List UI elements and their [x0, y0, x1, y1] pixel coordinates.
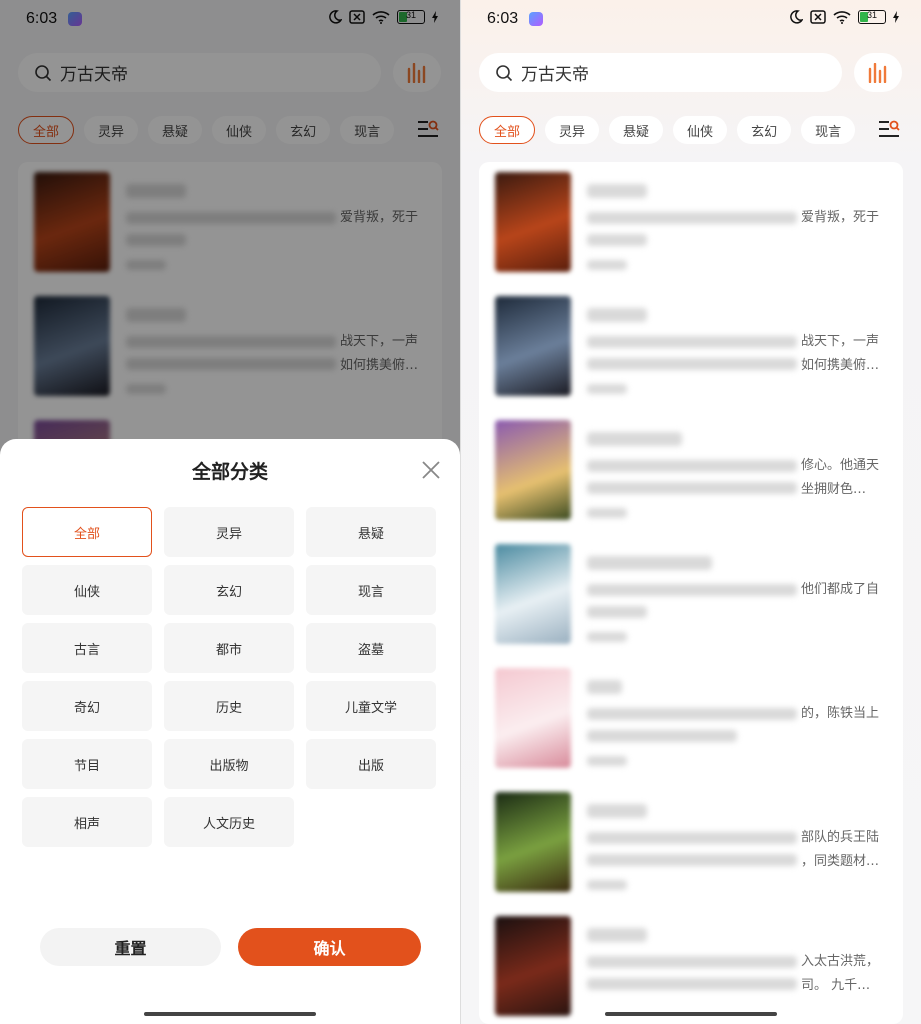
- book-desc-tail-2: 司。 九千…: [801, 978, 871, 993]
- category-option[interactable]: 盗墓: [306, 623, 436, 673]
- status-icons: 31: [789, 10, 899, 24]
- close-icon[interactable]: [420, 459, 442, 481]
- home-indicator[interactable]: [605, 1012, 777, 1016]
- category-option[interactable]: 都市: [164, 623, 294, 673]
- category-sheet: 全部分类 全部 灵异 悬疑 仙侠 玄幻 现言 古言 都市 盗墓 奇幻 历史 儿童…: [0, 439, 460, 1024]
- tab-all[interactable]: 全部: [479, 116, 536, 144]
- book-cover: [495, 172, 571, 272]
- search-query: 万古天帝: [521, 65, 589, 85]
- category-option[interactable]: 人文历史: [164, 797, 294, 847]
- list-item[interactable]: 爱背叛，死于: [479, 162, 903, 282]
- list-item[interactable]: 他们都成了自: [479, 534, 903, 654]
- reset-button[interactable]: 重置: [40, 928, 221, 966]
- category-option[interactable]: 节目: [22, 739, 152, 789]
- list-item[interactable]: 修心。他通天 坐拥财色…: [479, 410, 903, 530]
- book-list: 爱背叛，死于 战天下，一声 如何携美俯… 修心。他通天 坐拥财色… 他们都成了自…: [479, 162, 903, 1024]
- book-desc-tail: 入太古洪荒，: [801, 954, 880, 969]
- tab-xianxia[interactable]: 仙侠: [673, 116, 728, 144]
- book-cover: [495, 916, 571, 1016]
- right-screen: 6:03 31 万古天帝 全部 灵异 悬疑 仙侠 玄幻 现言 爱背叛，死于 战天…: [461, 0, 921, 1024]
- book-cover: [495, 296, 571, 396]
- list-item[interactable]: 入太古洪荒， 司。 九千…: [479, 906, 903, 1024]
- category-option[interactable]: 玄幻: [164, 565, 294, 615]
- book-desc-tail-2: ，同类题材…: [801, 854, 880, 869]
- status-bar: 6:03 31: [461, 0, 921, 40]
- list-item[interactable]: 战天下，一声 如何携美俯…: [479, 286, 903, 406]
- category-option[interactable]: 现言: [306, 565, 436, 615]
- book-cover: [495, 792, 571, 892]
- category-option[interactable]: 奇幻: [22, 681, 152, 731]
- list-item[interactable]: 的，陈铁当上: [479, 658, 903, 778]
- category-option[interactable]: 出版: [306, 739, 436, 789]
- book-desc-tail-2: 坐拥财色…: [801, 482, 867, 497]
- category-option[interactable]: 历史: [164, 681, 294, 731]
- tab-suspense[interactable]: 悬疑: [609, 116, 664, 144]
- category-grid: 全部 灵异 悬疑 仙侠 玄幻 现言 古言 都市 盗墓 奇幻 历史 儿童文学 节目…: [22, 507, 438, 847]
- category-option[interactable]: 古言: [22, 623, 152, 673]
- category-option-all[interactable]: 全部: [22, 507, 152, 557]
- book-desc-tail: 修心。他通天: [801, 458, 880, 473]
- book-desc-tail: 战天下，一声: [801, 334, 880, 349]
- book-cover: [495, 544, 571, 644]
- category-tabs: 全部 灵异 悬疑 仙侠 玄幻 现言: [479, 116, 856, 144]
- category-option[interactable]: 儿童文学: [306, 681, 436, 731]
- category-option[interactable]: 灵异: [164, 507, 294, 557]
- tab-fantasy[interactable]: 玄幻: [737, 116, 792, 144]
- list-item[interactable]: 部队的兵王陆 ，同类题材…: [479, 782, 903, 902]
- ranking-chart-icon: [868, 62, 887, 83]
- category-option[interactable]: 出版物: [164, 739, 294, 789]
- book-desc-tail: 部队的兵王陆: [801, 830, 880, 845]
- book-desc-tail: 爱背叛，死于: [801, 210, 880, 225]
- app-notification-icon: [529, 12, 543, 26]
- tab-supernatural[interactable]: 灵异: [545, 116, 600, 144]
- battery-icon: 31: [858, 10, 886, 24]
- search-input[interactable]: 万古天帝: [479, 53, 842, 92]
- search-icon: [496, 64, 513, 81]
- category-option[interactable]: 相声: [22, 797, 152, 847]
- charging-icon: [893, 11, 899, 23]
- sheet-title: 全部分类: [191, 461, 268, 483]
- category-option[interactable]: 仙侠: [22, 565, 152, 615]
- status-time: 6:03: [487, 10, 519, 27]
- moon-icon: [790, 10, 803, 24]
- book-cover: [495, 668, 571, 768]
- left-screen: 6:03 31 万古天帝 全部 灵异 悬疑 仙侠 玄幻 现言 爱背叛，死于 战天…: [0, 0, 460, 1024]
- book-desc-tail: 他们都成了自: [801, 582, 880, 597]
- book-desc-tail: 的，陈铁当上: [801, 706, 880, 721]
- book-cover: [495, 420, 571, 520]
- no-sim-icon: [810, 10, 826, 24]
- confirm-button[interactable]: 确认: [238, 928, 421, 966]
- tab-modern-romance[interactable]: 现言: [801, 116, 856, 144]
- wifi-icon: [833, 11, 851, 24]
- home-indicator[interactable]: [144, 1012, 316, 1016]
- book-desc-tail-2: 如何携美俯…: [801, 358, 880, 373]
- ranking-button[interactable]: [854, 53, 902, 92]
- category-option[interactable]: 悬疑: [306, 507, 436, 557]
- filter-search-icon[interactable]: [878, 118, 900, 140]
